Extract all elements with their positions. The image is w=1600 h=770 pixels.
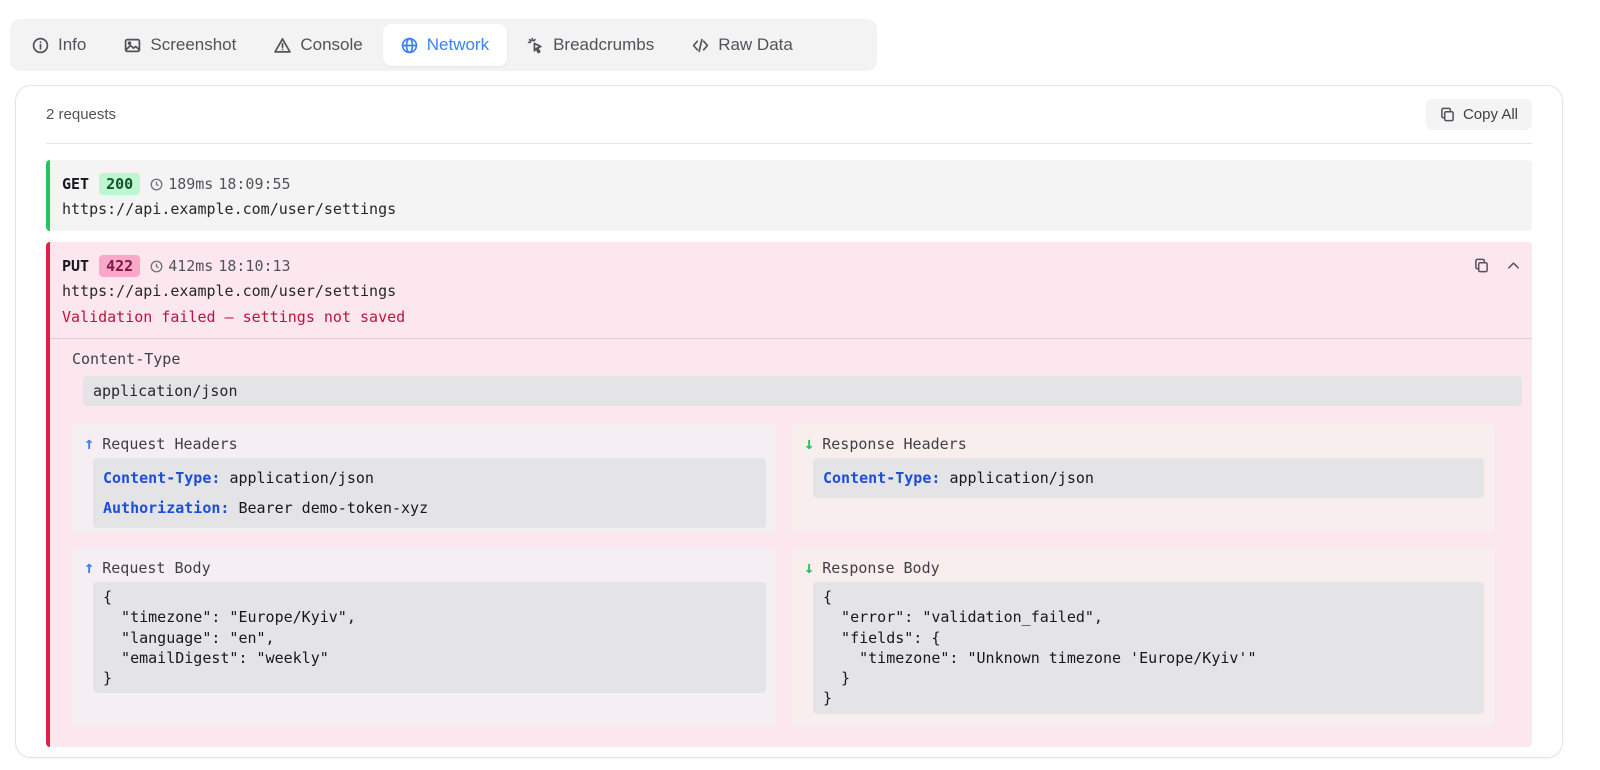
clock-icon	[150, 260, 163, 272]
status-badge: 422	[99, 255, 141, 277]
request-method: GET	[62, 175, 90, 193]
tab-bar: Info Screenshot Console Network Breadcru…	[10, 19, 877, 71]
divider	[50, 338, 1532, 339]
panel-title-label: Response Headers	[822, 435, 967, 453]
code-line: "language": "en",	[103, 628, 275, 647]
request-headers-list: Content-Type: application/json Authoriza…	[93, 458, 766, 528]
info-icon	[32, 37, 49, 53]
tab-network[interactable]: Network	[382, 24, 508, 66]
header-row: Authorization: Bearer demo-token-xyz	[103, 493, 756, 523]
code-line: "emailDigest": "weekly"	[103, 648, 329, 667]
request-entry-get[interactable]: GET 200 189ms 18:09:55 https://api.examp…	[46, 160, 1532, 231]
tab-label: Screenshot	[150, 35, 237, 54]
image-icon	[125, 38, 141, 52]
copy-all-label: Copy All	[1462, 106, 1518, 123]
panel-title-label: Request Body	[102, 559, 211, 577]
copy-all-button[interactable]: Copy All	[1425, 99, 1532, 130]
copy-icon	[1474, 258, 1488, 272]
request-actions	[1472, 256, 1522, 274]
code-line: "timezone": "Unknown timezone 'Europe/Ky…	[823, 648, 1257, 667]
tab-breadcrumbs[interactable]: Breadcrumbs	[509, 24, 672, 66]
collapse-button[interactable]	[1504, 256, 1522, 274]
header-key: Content-Type:	[103, 469, 221, 487]
response-headers-panel: ↓ Response Headers Content-Type: applica…	[792, 424, 1494, 532]
header-value: Bearer demo-token-xyz	[238, 499, 429, 517]
header-value: application/json	[229, 469, 374, 487]
panel-title: ↓ Response Headers	[804, 434, 967, 454]
header-row: Content-Type: application/json	[103, 463, 756, 493]
code-line: }	[823, 669, 851, 688]
tab-label: Network	[426, 35, 490, 54]
tab-label: Breadcrumbs	[553, 35, 655, 54]
network-header: 2 requests Copy All	[46, 86, 1532, 144]
arrow-up-icon: ↑	[84, 434, 95, 454]
network-panel: 2 requests Copy All GET 200 189ms 18:09:…	[15, 85, 1563, 758]
status-badge: 200	[99, 173, 141, 195]
request-summary: GET 200 189ms 18:09:55	[62, 172, 291, 196]
code-icon	[692, 38, 709, 52]
tab-console[interactable]: Console	[256, 24, 380, 66]
copy-icon	[1441, 107, 1454, 122]
request-timing: 412ms 18:10:13	[150, 257, 291, 275]
tab-raw-data[interactable]: Raw Data	[674, 24, 811, 66]
arrow-up-icon: ↑	[84, 558, 95, 578]
panel-title: ↑ Request Body	[84, 558, 211, 578]
response-headers-list: Content-Type: application/json	[813, 458, 1484, 498]
chevron-up-icon	[1507, 261, 1519, 269]
arrow-down-icon: ↓	[804, 558, 815, 578]
header-key: Content-Type:	[823, 469, 941, 487]
panel-title-label: Response Body	[822, 559, 940, 577]
panel-title-label: Request Headers	[102, 435, 238, 453]
content-type-value: application/json	[83, 376, 1522, 406]
error-message: Validation failed — settings not saved	[62, 308, 406, 326]
copy-request-button[interactable]	[1472, 256, 1490, 274]
request-summary: PUT 422 412ms 18:10:13	[62, 254, 291, 278]
globe-icon	[401, 37, 417, 53]
header-row: Content-Type: application/json	[823, 463, 1474, 493]
code-line: }	[103, 669, 113, 688]
response-body-panel: ↓ Response Body { "error": "validation_f…	[792, 548, 1494, 726]
tab-screenshot[interactable]: Screenshot	[106, 24, 254, 66]
tab-label: Console	[300, 35, 363, 54]
code-line: }	[823, 689, 833, 708]
code-line: {	[103, 588, 113, 606]
request-method: PUT	[62, 257, 90, 275]
header-key: Authorization:	[103, 499, 230, 517]
warning-triangle-icon	[274, 37, 292, 53]
code-line: {	[823, 588, 833, 606]
clock-icon	[150, 178, 163, 190]
panel-title: ↑ Request Headers	[84, 434, 238, 454]
request-url: https://api.example.com/user/settings	[62, 282, 397, 300]
request-entry-put[interactable]: PUT 422 412ms 18:10:13 https://api.examp…	[46, 242, 1532, 747]
request-timing: 189ms 18:09:55	[150, 175, 291, 193]
request-body-panel: ↑ Request Body { "timezone": "Europe/Kyi…	[72, 548, 776, 726]
request-time: 18:10:13	[218, 257, 291, 275]
code-line: "fields": {	[823, 628, 941, 647]
content-type-label: Content-Type	[72, 350, 181, 368]
pointer-click-icon	[527, 37, 542, 53]
request-count: 2 requests	[46, 106, 117, 123]
code-line: "timezone": "Europe/Kyiv",	[103, 608, 356, 627]
code-line: "error": "validation_failed",	[823, 608, 1103, 627]
tab-label: Raw Data	[718, 35, 793, 54]
arrow-down-icon: ↓	[804, 434, 815, 454]
header-value: application/json	[949, 469, 1094, 487]
request-url: https://api.example.com/user/settings	[62, 200, 397, 218]
request-time: 18:09:55	[218, 175, 291, 193]
response-body-code: { "error": "validation_failed", "fields"…	[813, 582, 1484, 714]
request-body-code: { "timezone": "Europe/Kyiv", "language":…	[93, 582, 766, 694]
request-headers-panel: ↑ Request Headers Content-Type: applicat…	[72, 424, 776, 532]
panel-title: ↓ Response Body	[804, 558, 940, 578]
request-duration: 412ms	[168, 257, 214, 275]
request-duration: 189ms	[168, 175, 214, 193]
tab-info[interactable]: Info	[14, 24, 104, 66]
tab-label: Info	[58, 35, 87, 54]
